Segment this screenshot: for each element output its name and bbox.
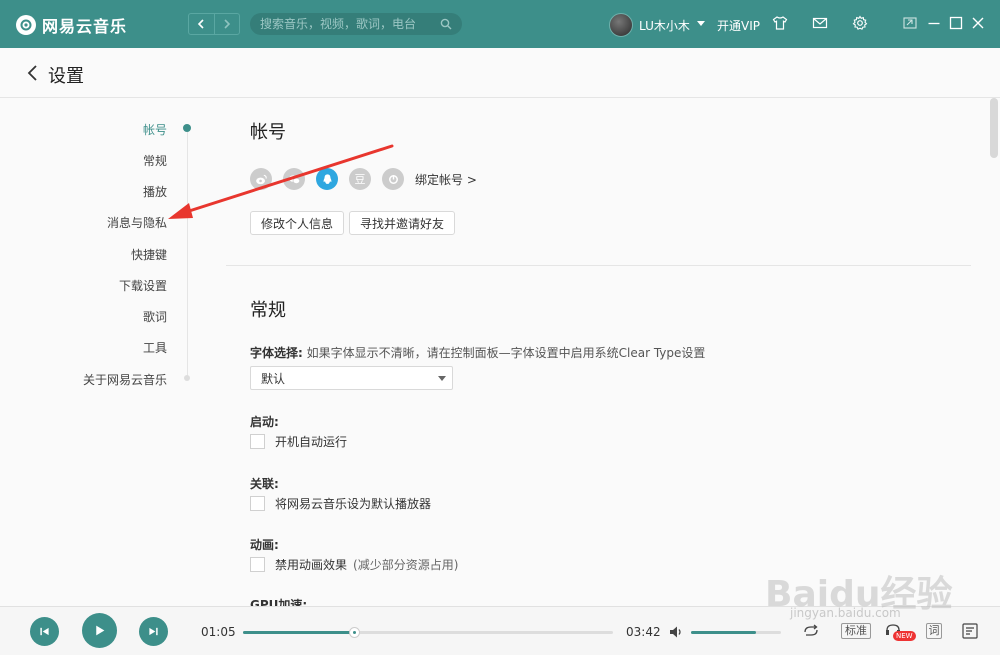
gear-icon[interactable]: [851, 14, 869, 32]
volume-icon[interactable]: [668, 624, 684, 640]
association-option-label: 将网易云音乐设为默认播放器: [275, 497, 432, 511]
nav-item-download[interactable]: 下载设置: [119, 277, 167, 294]
nav-item-general[interactable]: 常规: [143, 152, 167, 169]
previous-icon: [40, 627, 49, 636]
startup-option-label: 开机自动运行: [275, 435, 348, 449]
nav-active-dot: [183, 124, 191, 132]
font-label: 字体选择:: [250, 346, 303, 360]
progress-fill: [243, 631, 354, 634]
playlist-icon[interactable]: [961, 622, 979, 640]
settings-header: 设置: [0, 48, 1000, 98]
gpu-label: GPU加速:: [250, 598, 308, 606]
next-icon: [149, 627, 158, 636]
vip-link[interactable]: 开通VIP: [717, 17, 760, 34]
close-icon[interactable]: [969, 14, 987, 32]
volume-slider[interactable]: [691, 631, 781, 634]
animation-option-hint: (减少部分资源占用): [353, 558, 459, 572]
section-title-account: 帐号: [250, 122, 286, 143]
netease-icon[interactable]: [382, 168, 404, 190]
douban-glyph: 豆: [354, 173, 366, 186]
association-label: 关联:: [250, 477, 279, 491]
section-divider: [226, 265, 971, 266]
font-select-value: 默认: [261, 371, 286, 386]
minimize-icon[interactable]: [925, 14, 943, 32]
app-name: 网易云音乐: [42, 17, 128, 36]
search-input[interactable]: [260, 17, 440, 31]
startup-checkbox-row[interactable]: 开机自动运行: [250, 433, 347, 450]
edit-profile-button[interactable]: 修改个人信息: [250, 211, 345, 235]
social-accounts: 豆 绑定帐号 >: [250, 168, 477, 190]
next-button[interactable]: [139, 617, 168, 646]
animation-checkbox[interactable]: [250, 557, 265, 572]
play-button[interactable]: [82, 613, 117, 648]
mini-mode-icon[interactable]: [901, 14, 919, 32]
font-hint: 如果字体显示不清晰，请在控制面板—字体设置中启用系统Clear Type设置: [306, 346, 706, 360]
app-logo[interactable]: 网易云音乐: [16, 13, 127, 37]
mail-icon[interactable]: [811, 14, 829, 32]
nav-item-lyrics[interactable]: 歌词: [143, 308, 167, 325]
font-select[interactable]: 默认: [250, 366, 453, 390]
association-checkbox[interactable]: [250, 496, 265, 511]
forward-nav-button[interactable]: [213, 14, 240, 34]
previous-button[interactable]: [30, 617, 59, 646]
content-scrollbar[interactable]: [990, 98, 998, 158]
settings-nav: 帐号 常规 播放 消息与隐私 快捷键 下载设置 歌词 工具 关于网易云音乐: [0, 110, 200, 400]
watermark-url: jingyan.baidu.com: [790, 606, 901, 620]
nav-end-dot: [184, 375, 190, 381]
wechat-icon[interactable]: [283, 168, 305, 190]
search-box: [250, 13, 462, 35]
chevron-right-icon: [224, 19, 230, 29]
title-bar: 网易云音乐 LU木小木 开通VIP: [0, 0, 1000, 48]
history-nav: [188, 13, 240, 35]
back-nav-button[interactable]: [189, 14, 214, 34]
maximize-icon[interactable]: [947, 14, 965, 32]
nav-timeline: [187, 128, 188, 378]
weibo-icon[interactable]: [250, 168, 272, 190]
total-time: 03:42: [626, 625, 661, 639]
qq-icon[interactable]: [316, 168, 338, 190]
nav-item-account[interactable]: 帐号: [143, 121, 167, 138]
current-time: 01:05: [201, 625, 236, 639]
new-badge: NEW: [893, 631, 916, 641]
search-icon[interactable]: [440, 18, 452, 30]
nav-item-privacy[interactable]: 消息与隐私: [107, 214, 167, 231]
loop-mode-icon[interactable]: [802, 623, 820, 639]
font-setting-label: 字体选择: 如果字体显示不清晰，请在控制面板—字体设置中启用系统Clear Ty…: [250, 344, 705, 361]
startup-label: 启动:: [250, 415, 279, 429]
play-icon: [96, 625, 105, 636]
netease-music-logo-icon: [16, 15, 36, 35]
nav-item-hotkeys[interactable]: 快捷键: [131, 246, 167, 263]
avatar[interactable]: [609, 13, 633, 37]
back-arrow-icon[interactable]: [26, 64, 40, 82]
nav-item-playback[interactable]: 播放: [143, 183, 167, 200]
settings-content: 帐号 豆 绑定帐号 > 修改个人信息 寻找并邀请好友 常规 字体选择: 如果字体…: [226, 98, 986, 606]
volume-fill: [691, 631, 756, 634]
association-checkbox-row[interactable]: 将网易云音乐设为默认播放器: [250, 495, 431, 512]
username[interactable]: LU木小木: [639, 17, 690, 34]
progress-bar[interactable]: [243, 627, 613, 638]
quality-button[interactable]: 标准: [841, 623, 871, 639]
nav-item-about[interactable]: 关于网易云音乐: [83, 371, 167, 388]
page-title: 设置: [48, 66, 84, 87]
animation-option-label: 禁用动画效果: [275, 558, 348, 572]
tshirt-icon[interactable]: [771, 14, 789, 32]
chevron-down-icon[interactable]: [697, 21, 705, 26]
lyrics-button[interactable]: 词: [926, 623, 942, 639]
animation-label: 动画:: [250, 538, 279, 552]
douban-icon[interactable]: 豆: [349, 168, 371, 190]
dropdown-arrow-icon: [438, 376, 446, 381]
animation-checkbox-row[interactable]: 禁用动画效果 (减少部分资源占用): [250, 556, 458, 573]
find-friends-button[interactable]: 寻找并邀请好友: [349, 211, 456, 235]
bind-account-link[interactable]: 绑定帐号 >: [415, 171, 477, 188]
progress-handle[interactable]: [349, 627, 360, 638]
startup-checkbox[interactable]: [250, 434, 265, 449]
section-title-general: 常规: [250, 300, 286, 321]
nav-item-tools[interactable]: 工具: [143, 339, 167, 356]
chevron-left-icon: [198, 19, 204, 29]
